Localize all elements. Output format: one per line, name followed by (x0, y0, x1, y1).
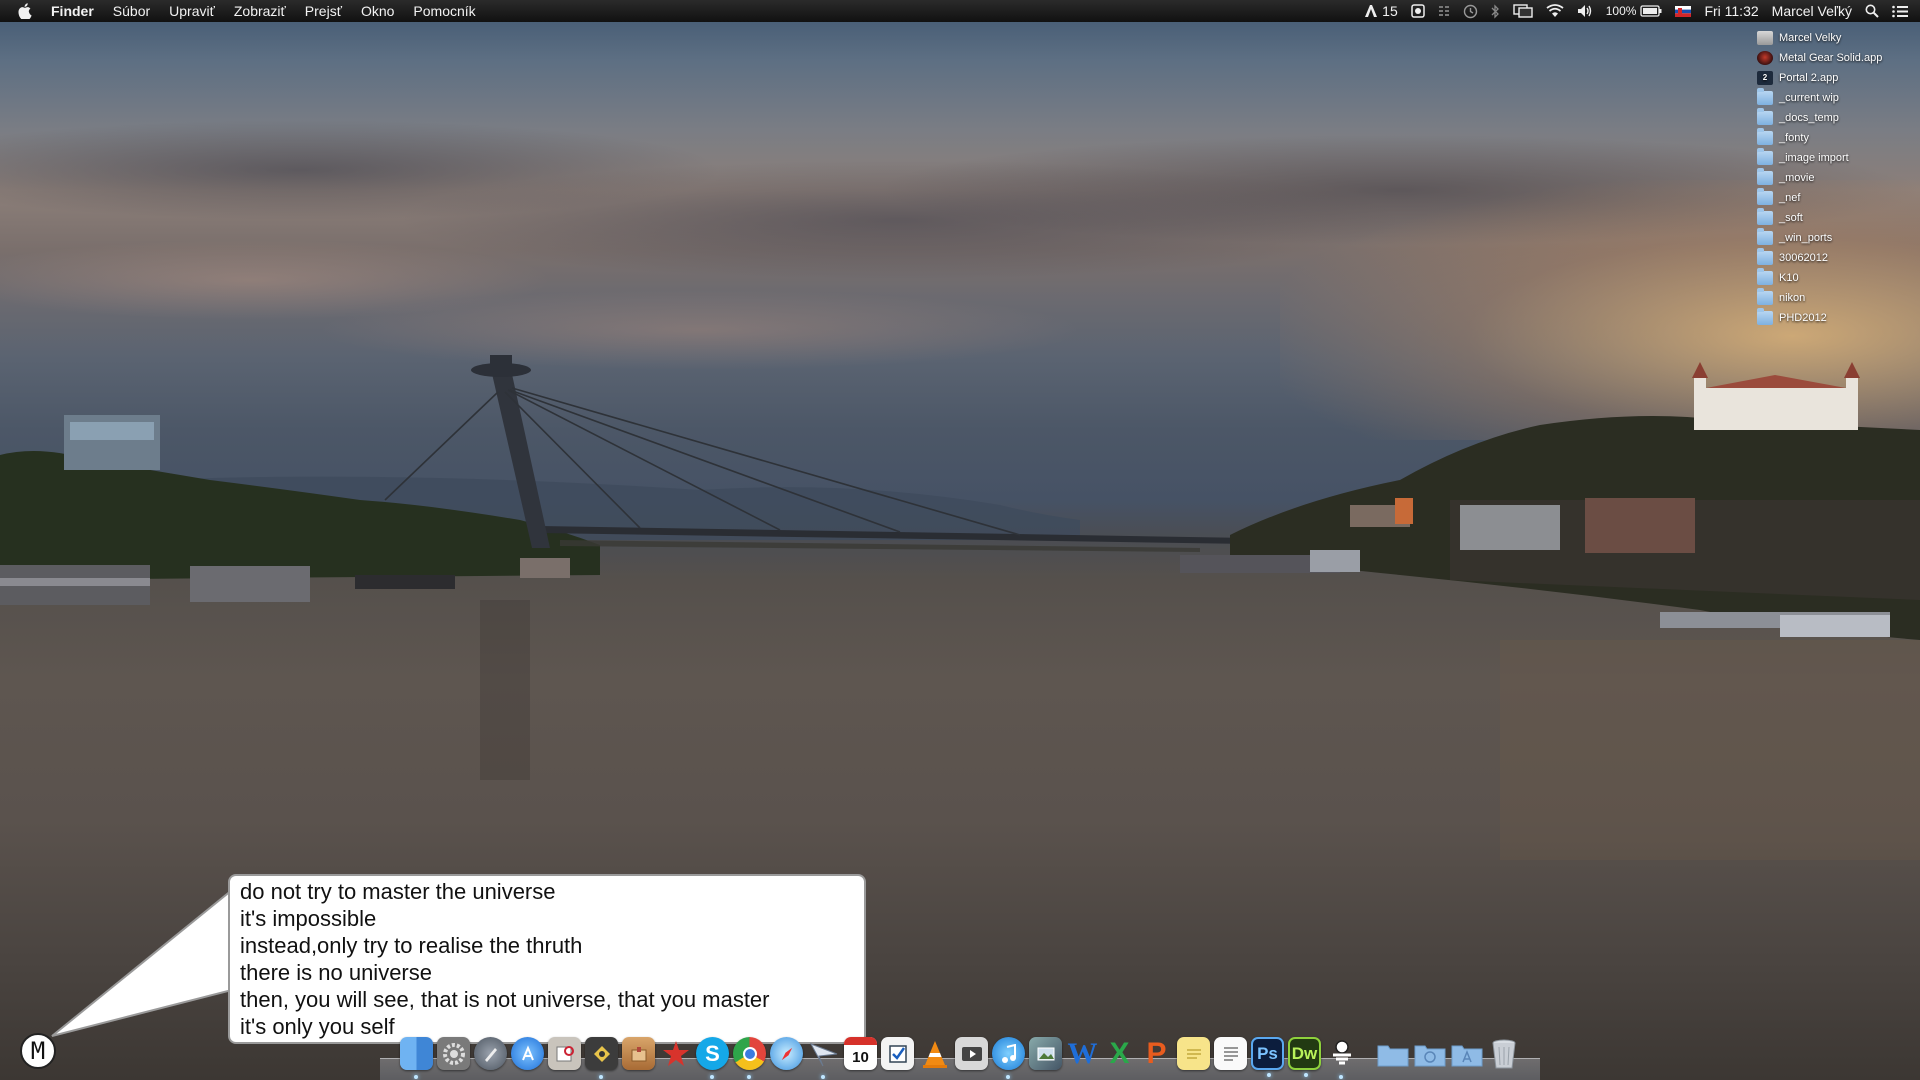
star-app-icon[interactable] (659, 1037, 692, 1070)
textedit-icon[interactable] (1214, 1037, 1247, 1070)
excel-icon[interactable]: X (1103, 1037, 1136, 1070)
quote-line: then, you will see, that is not universe… (240, 987, 770, 1012)
quote-line: do not try to master the universe (240, 879, 556, 904)
launchpad-icon[interactable] (474, 1037, 507, 1070)
mail-sender-icon[interactable] (807, 1037, 840, 1079)
photoshop-icon[interactable]: Ps (1251, 1037, 1284, 1077)
game-app-icon[interactable] (585, 1037, 618, 1079)
dreamweaver-icon[interactable]: Dw (1288, 1037, 1321, 1077)
documents-stack-icon[interactable] (1376, 1037, 1409, 1070)
downloads-stack-icon[interactable] (1413, 1037, 1446, 1070)
chat-widget-icon[interactable] (1325, 1037, 1358, 1079)
reminders-icon[interactable] (881, 1037, 914, 1070)
quote-avatar: M (20, 1033, 56, 1069)
finder-icon[interactable] (400, 1037, 433, 1079)
quote-line: there is no universe (240, 960, 432, 985)
applications-stack-icon[interactable] (1450, 1037, 1483, 1070)
safari-icon[interactable] (770, 1037, 803, 1070)
word-icon[interactable]: W (1066, 1037, 1099, 1070)
calendar-icon[interactable]: 10 (844, 1037, 877, 1070)
app-store-icon[interactable] (511, 1037, 544, 1070)
iphoto-icon[interactable] (1029, 1037, 1062, 1070)
quote-speech-bubble: do not try to master the universe it's i… (228, 874, 866, 1044)
calendar-day: 10 (852, 1049, 869, 1066)
dock: S 10 W X P Ps Dw (396, 1030, 1526, 1080)
package-app-icon[interactable] (622, 1037, 655, 1070)
itunes-icon[interactable] (992, 1037, 1025, 1079)
quote-line: it's impossible (240, 906, 377, 931)
chrome-icon[interactable] (733, 1037, 766, 1079)
dvd-player-icon[interactable] (955, 1037, 988, 1070)
quote-line: instead,only try to realise the thruth (240, 933, 583, 958)
skype-icon[interactable]: S (696, 1037, 729, 1079)
trash-icon[interactable] (1487, 1037, 1520, 1070)
powerpoint-icon[interactable]: P (1140, 1037, 1173, 1070)
system-preferences-icon[interactable] (437, 1037, 470, 1070)
stickies-icon[interactable] (1177, 1037, 1210, 1070)
calendar-header (844, 1037, 877, 1045)
vlc-icon[interactable] (918, 1037, 951, 1070)
preview-icon[interactable] (548, 1037, 581, 1070)
